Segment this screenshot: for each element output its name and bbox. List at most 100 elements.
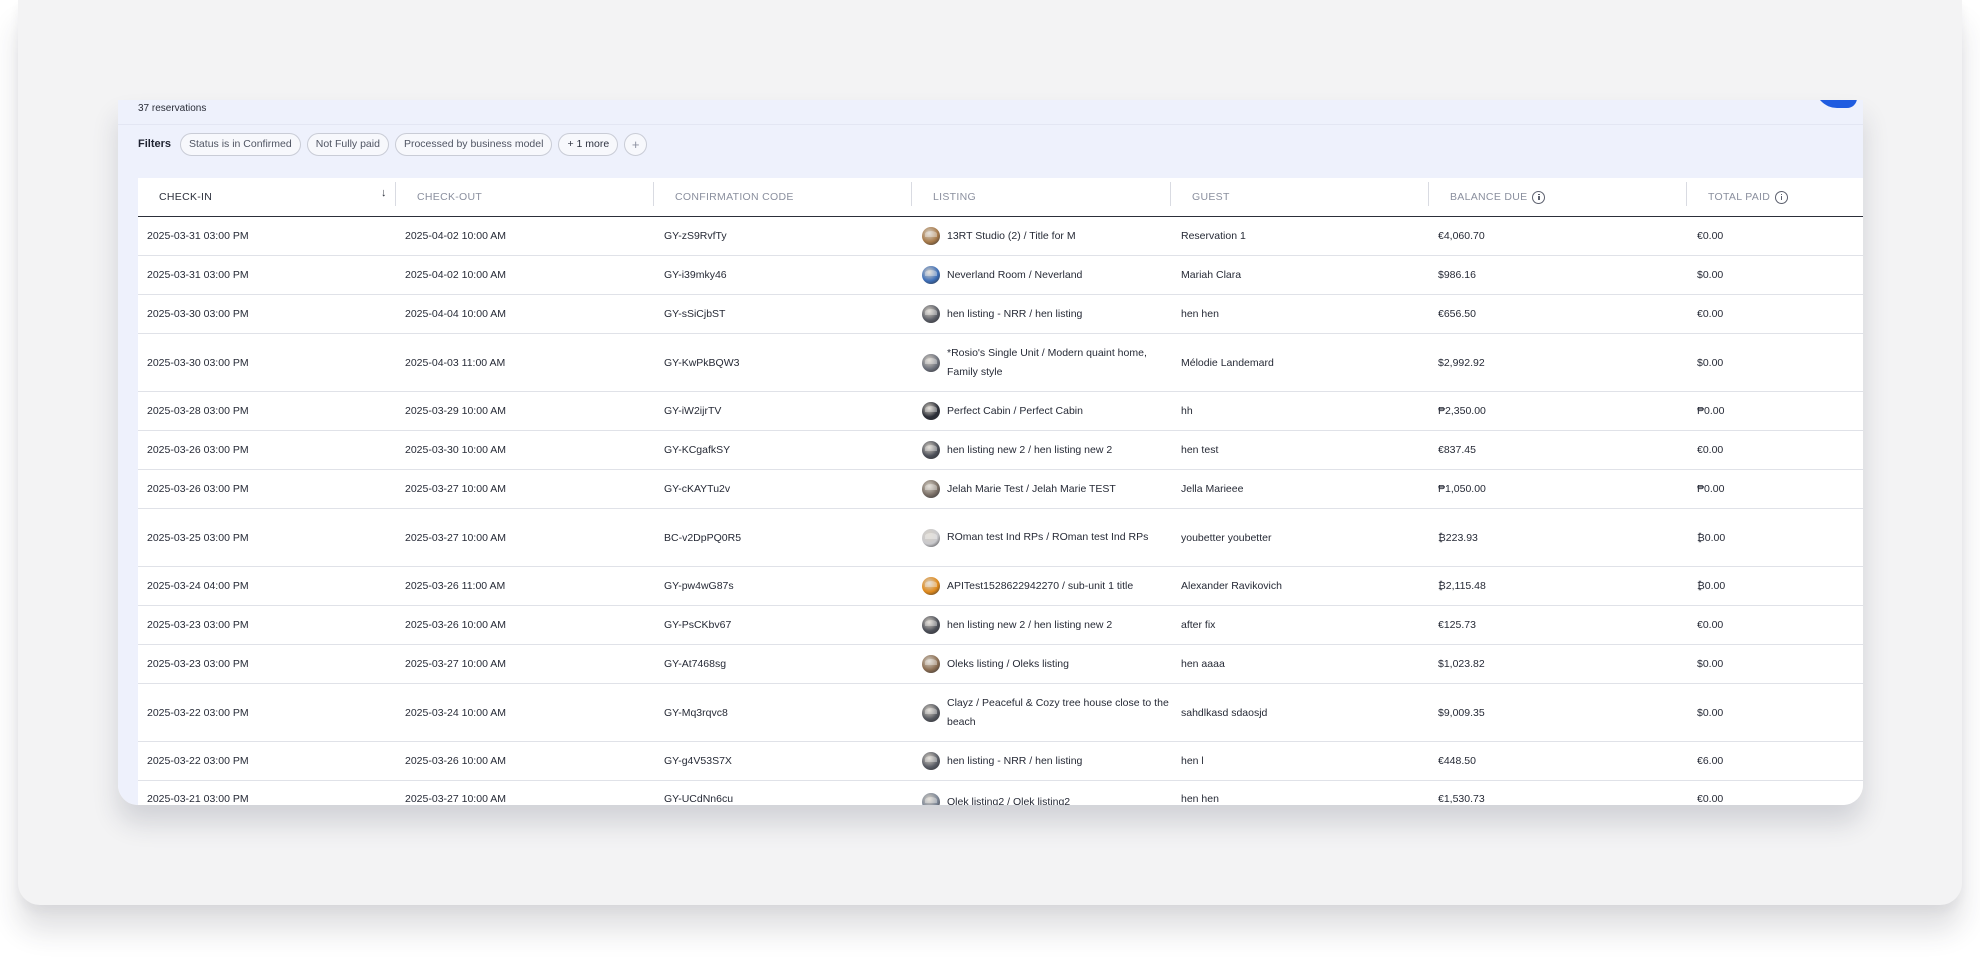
balance-due-cell: $1,023.82 <box>1438 658 1485 670</box>
column-divider[interactable] <box>911 182 912 206</box>
listing-cell: Olek listing2 / Olek listing2 <box>922 781 1172 805</box>
check-out-cell: 2025-03-24 10:00 AM <box>405 706 506 719</box>
listing-name[interactable]: Oleks listing / Oleks listing <box>947 655 1069 674</box>
check-in-cell: 2025-03-31 03:00 PM <box>147 269 249 281</box>
table-row[interactable]: 2025-03-23 03:00 PM 2025-03-27 10:00 AM GY… <box>138 645 1863 684</box>
table-row[interactable]: 2025-03-31 03:00 PM 2025-04-02 10:00 AM GY… <box>138 217 1863 256</box>
check-in-cell: 2025-03-23 03:00 PM <box>147 658 249 670</box>
column-header-confirmation-code[interactable]: CONFIRMATION CODE <box>675 178 794 216</box>
listing-name[interactable]: 13RT Studio (2) / Title for M <box>947 227 1076 246</box>
info-icon[interactable] <box>1775 190 1789 204</box>
check-out-cell: 2025-03-26 10:00 AM <box>405 619 506 631</box>
table-row[interactable]: 2025-03-26 03:00 PM 2025-03-30 10:00 AM GY… <box>138 431 1863 470</box>
listing-cell: Clayz / Peaceful & Cozy tree house close… <box>922 684 1172 741</box>
listing-name[interactable]: Olek listing2 / Olek listing2 <box>947 793 1070 805</box>
listing-cell: hen listing - NRR / hen listing <box>922 295 1172 333</box>
guest-cell: Mélodie Landemard <box>1181 356 1274 369</box>
confirmation-code-cell: GY-At7468sg <box>664 658 727 670</box>
column-header-guest[interactable]: GUEST <box>1192 178 1230 216</box>
table-row[interactable]: 2025-03-24 04:00 PM 2025-03-26 11:00 AM GY… <box>138 567 1863 606</box>
listing-name[interactable]: APITest1528622942270 / sub-unit 1 title <box>947 577 1133 596</box>
listing-cell: Jelah Marie Test / Jelah Marie TEST <box>922 470 1172 508</box>
listing-thumbnail-icon <box>922 752 940 770</box>
column-header-label: GUEST <box>1192 191 1230 203</box>
filter-chip-status[interactable]: Status is in Confirmed <box>180 132 301 156</box>
balance-due-cell: ₱2,350.00 <box>1438 405 1486 417</box>
balance-due-cell: €656.50 <box>1438 308 1476 320</box>
column-header-listing[interactable]: LISTING <box>933 178 976 216</box>
table-row[interactable]: 2025-03-31 03:00 PM 2025-04-02 10:00 AM GY… <box>138 256 1863 295</box>
check-in-cell: 2025-03-24 04:00 PM <box>147 580 249 592</box>
column-header-check-out[interactable]: CHECK-OUT <box>417 178 482 216</box>
listing-thumbnail-icon <box>922 441 940 459</box>
column-divider[interactable] <box>653 182 654 206</box>
listing-cell: APITest1528622942270 / sub-unit 1 title <box>922 567 1172 605</box>
table-row[interactable]: 2025-03-30 03:00 PM 2025-04-04 10:00 AM GY… <box>138 295 1863 334</box>
listing-name[interactable]: Perfect Cabin / Perfect Cabin <box>947 402 1083 421</box>
listing-name[interactable]: hen listing - NRR / hen listing <box>947 305 1082 324</box>
info-icon[interactable] <box>1532 190 1546 204</box>
listing-name[interactable]: ROman test Ind RPs / ROman test Ind RPs <box>947 528 1148 547</box>
column-header-total-paid[interactable]: TOTAL PAID <box>1708 178 1789 216</box>
filter-chip-business-model[interactable]: Processed by business model <box>394 132 553 156</box>
filter-chip-payment[interactable]: Not Fully paid <box>306 132 389 156</box>
check-out-cell: 2025-03-27 10:00 AM <box>405 658 506 670</box>
listing-cell: hen listing new 2 / hen listing new 2 <box>922 431 1172 469</box>
total-paid-cell: $0.00 <box>1697 658 1724 670</box>
check-out-cell: 2025-04-02 10:00 AM <box>405 230 506 242</box>
column-divider[interactable] <box>1428 182 1429 206</box>
total-paid-cell: €0.00 <box>1697 308 1724 320</box>
balance-due-cell: €125.73 <box>1438 619 1476 631</box>
listing-name[interactable]: hen listing new 2 / hen listing new 2 <box>947 441 1112 460</box>
table-row[interactable]: 2025-03-30 03:00 PM 2025-04-03 11:00 AM GY… <box>138 334 1863 392</box>
balance-due-cell: €448.50 <box>1438 755 1476 767</box>
table-body: 2025-03-31 03:00 PM 2025-04-02 10:00 AM GY… <box>138 217 1863 805</box>
column-header-check-in[interactable]: CHECK-IN <box>159 178 212 216</box>
check-in-cell: 2025-03-26 03:00 PM <box>147 483 249 495</box>
column-divider[interactable] <box>1686 182 1687 206</box>
listing-cell: Perfect Cabin / Perfect Cabin <box>922 392 1172 430</box>
column-header-balance-due[interactable]: BALANCE DUE <box>1450 178 1546 216</box>
check-out-cell: 2025-04-04 10:00 AM <box>405 308 506 320</box>
table-row[interactable]: 2025-03-28 03:00 PM 2025-03-29 10:00 AM GY… <box>138 392 1863 431</box>
listing-thumbnail-icon <box>922 227 940 245</box>
table-row[interactable]: 2025-03-22 03:00 PM 2025-03-24 10:00 AM GY… <box>138 684 1863 742</box>
listing-name[interactable]: *Rosio's Single Unit / Modern quaint hom… <box>947 344 1172 382</box>
table-row[interactable]: 2025-03-25 03:00 PM 2025-03-27 10:00 AM BC… <box>138 509 1863 567</box>
listing-thumbnail-icon <box>922 616 940 634</box>
table-row[interactable]: 2025-03-26 03:00 PM 2025-03-27 10:00 AM GY… <box>138 470 1863 509</box>
reservations-table: CHECK-IN ↓ CHECK-OUT CONFIRMATION CODE L… <box>138 178 1863 805</box>
listing-name[interactable]: Neverland Room / Neverland <box>947 266 1082 285</box>
total-paid-cell: €0.00 <box>1697 619 1724 631</box>
listing-thumbnail-icon <box>922 528 940 547</box>
balance-due-cell: $9,009.35 <box>1438 706 1485 719</box>
sort-desc-icon[interactable]: ↓ <box>381 187 387 199</box>
table-row[interactable]: 2025-03-21 03:00 PM 2025-03-27 10:00 AM GY… <box>138 781 1863 805</box>
check-out-cell: 2025-03-30 10:00 AM <box>405 444 506 456</box>
column-divider[interactable] <box>1170 182 1171 206</box>
check-out-cell: 2025-04-02 10:00 AM <box>405 269 506 281</box>
listing-name[interactable]: Clayz / Peaceful & Cozy tree house close… <box>947 694 1172 732</box>
total-paid-cell: €0.00 <box>1697 444 1724 456</box>
table-row[interactable]: 2025-03-23 03:00 PM 2025-03-26 10:00 AM GY… <box>138 606 1863 645</box>
column-divider[interactable] <box>395 182 396 206</box>
listing-name[interactable]: hen listing new 2 / hen listing new 2 <box>947 616 1112 635</box>
listing-name[interactable]: Jelah Marie Test / Jelah Marie TEST <box>947 480 1116 499</box>
listing-cell: 13RT Studio (2) / Title for M <box>922 217 1172 255</box>
listing-cell: Neverland Room / Neverland <box>922 256 1172 294</box>
filter-chip-more[interactable]: + 1 more <box>558 132 619 156</box>
filters-label: Filters <box>138 138 172 150</box>
column-header-label: CONFIRMATION CODE <box>675 191 794 203</box>
check-in-cell: 2025-03-25 03:00 PM <box>147 531 249 544</box>
check-out-cell: 2025-03-27 10:00 AM <box>405 531 506 544</box>
add-filter-button[interactable]: + <box>624 132 648 156</box>
confirmation-code-cell: GY-i39mky46 <box>664 269 727 281</box>
listing-name[interactable]: hen listing - NRR / hen listing <box>947 752 1082 771</box>
check-out-cell: 2025-03-29 10:00 AM <box>405 405 506 417</box>
table-row[interactable]: 2025-03-22 03:00 PM 2025-03-26 10:00 AM GY… <box>138 742 1863 781</box>
column-header-label: CHECK-IN <box>159 191 213 203</box>
total-paid-cell: €0.00 <box>1697 230 1724 242</box>
listing-cell: ROman test Ind RPs / ROman test Ind RPs <box>922 509 1172 566</box>
balance-due-cell: ₱1,050.00 <box>1438 483 1486 495</box>
balance-due-cell: $986.16 <box>1438 269 1476 281</box>
